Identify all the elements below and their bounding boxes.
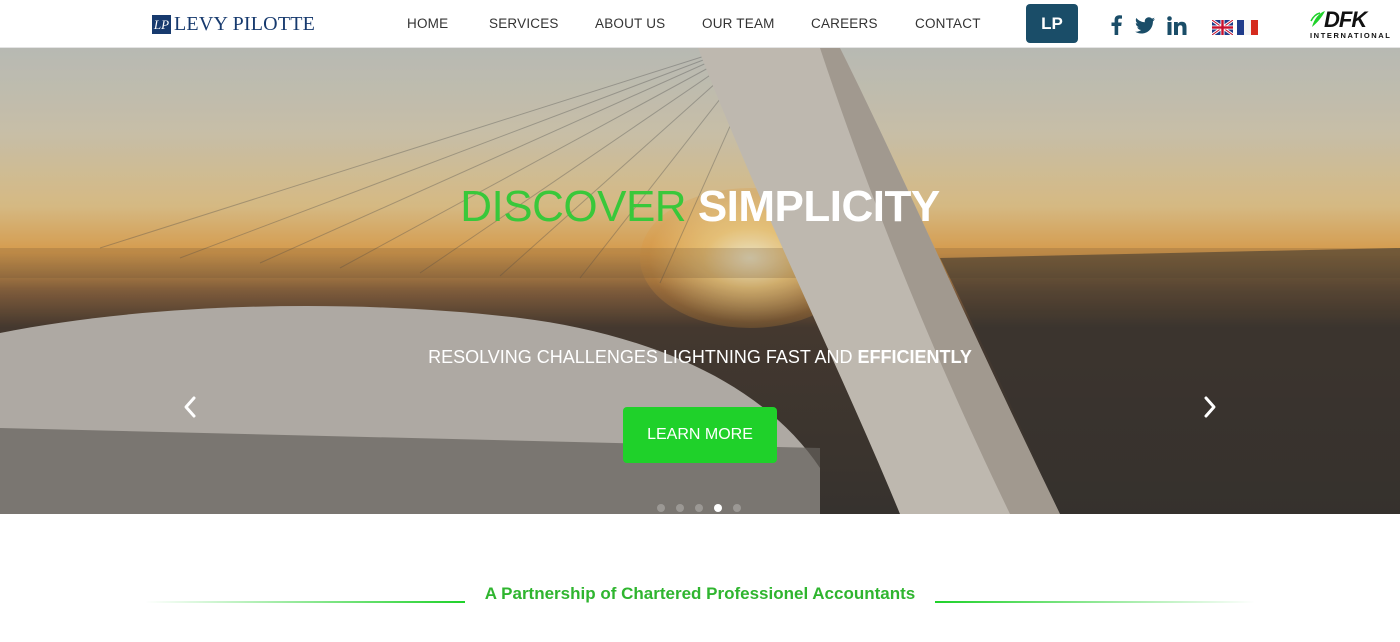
hero-subtitle-part2: EFFICIENTLY xyxy=(857,347,972,367)
dfk-logo-subtext: INTERNATIONAL xyxy=(1310,31,1392,40)
logo-text: LEVY PILOTTE xyxy=(174,12,316,35)
tagline-text: A Partnership of Chartered Professionel … xyxy=(484,584,916,603)
hero-title-part1: DISCOVER xyxy=(460,182,698,231)
slider-dot[interactable] xyxy=(695,504,703,512)
flag-french-icon[interactable] xyxy=(1237,20,1258,35)
hero-subtitle: RESOLVING CHALLENGES LIGHTNING FAST AND … xyxy=(0,347,1400,368)
slider-dot[interactable] xyxy=(657,504,665,512)
linkedin-icon[interactable] xyxy=(1166,14,1188,36)
nav-item-contact[interactable]: CONTACT xyxy=(915,16,981,31)
logo-mark-icon: LP xyxy=(152,14,171,34)
learn-more-button[interactable]: LEARN MORE xyxy=(623,407,777,463)
nav-item-careers[interactable]: CAREERS xyxy=(811,16,878,31)
site-header: LP LEVY PILOTTE HOME SERVICES ABOUT US O… xyxy=(0,0,1400,48)
facebook-icon[interactable] xyxy=(1108,14,1124,36)
dfk-logo-text: DFK xyxy=(1324,7,1367,32)
lp-button[interactable]: LP xyxy=(1026,4,1078,43)
slider-dot-active[interactable] xyxy=(714,504,722,512)
slider-next-arrow-icon[interactable] xyxy=(1200,395,1220,419)
nav-item-our-team[interactable]: OUR TEAM xyxy=(702,16,775,31)
slider-dot[interactable] xyxy=(676,504,684,512)
nav-item-home[interactable]: HOME xyxy=(407,16,448,31)
tagline-section: A Partnership of Chartered Professionel … xyxy=(0,582,1400,606)
nav-item-services[interactable]: SERVICES xyxy=(489,16,559,31)
slider-prev-arrow-icon[interactable] xyxy=(180,395,200,419)
nav-item-about-us[interactable]: ABOUT US xyxy=(595,16,665,31)
hero-subtitle-part1: RESOLVING CHALLENGES LIGHTNING FAST AND xyxy=(428,347,858,367)
dfk-international-logo[interactable]: DFK INTERNATIONAL xyxy=(1310,9,1390,41)
slider-dot[interactable] xyxy=(733,504,741,512)
flag-english-icon[interactable] xyxy=(1211,18,1234,37)
hero-title: DISCOVER SIMPLICITY xyxy=(0,182,1400,232)
levy-pilotte-logo[interactable]: LP LEVY PILOTTE xyxy=(152,13,315,35)
hero-slider: DISCOVER SIMPLICITY RESOLVING CHALLENGES… xyxy=(0,48,1400,514)
twitter-icon[interactable] xyxy=(1134,14,1156,36)
slider-dots xyxy=(657,504,741,512)
hero-title-part2: SIMPLICITY xyxy=(697,182,940,231)
